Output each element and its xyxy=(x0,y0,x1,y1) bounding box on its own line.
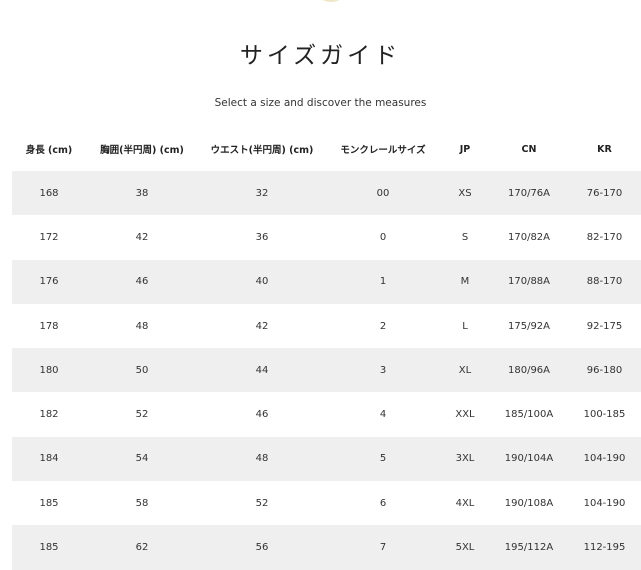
cell-height: 184 xyxy=(12,436,86,482)
cell-waist: 52 xyxy=(255,497,269,509)
cell-kr: 82-170 xyxy=(586,231,623,243)
cell-cn: 195/112A xyxy=(490,525,568,570)
cell-height: 185 xyxy=(39,497,59,509)
table-row: 185 58 52 6 4XL 190/108A 104-190 xyxy=(12,481,641,525)
page-subtitle: Select a size and discover the measures xyxy=(214,97,427,109)
decorative-circle xyxy=(316,0,346,2)
table-row: 182 52 46 4 XXL 185/100A 100-185 xyxy=(12,392,641,436)
table-row: 178 48 42 2 L 175/92A 92-175 xyxy=(12,304,641,348)
cell-moncler-size: 1 xyxy=(326,259,440,304)
cell-jp: 3XL xyxy=(440,436,490,482)
cell-jp: XS xyxy=(440,171,490,216)
cell-kr: 76-170 xyxy=(568,171,641,216)
cell-cn: 170/76A xyxy=(490,171,568,216)
table-row: 184 54 48 5 3XL 190/104A 104-190 xyxy=(12,436,641,482)
cell-height: 185 xyxy=(12,525,86,570)
cell-moncler-size: 6 xyxy=(379,497,387,509)
cell-jp: 4XL xyxy=(455,497,475,509)
cell-chest: 50 xyxy=(86,348,198,393)
cell-height: 178 xyxy=(39,320,59,332)
cell-height: 176 xyxy=(12,259,86,304)
cell-kr: 92-175 xyxy=(586,320,623,332)
cell-jp: L xyxy=(462,320,468,332)
table-row: 168 38 32 00 XS 170/76A 76-170 xyxy=(12,171,641,216)
header-kr: KR xyxy=(597,143,612,155)
cell-waist: 32 xyxy=(198,171,326,216)
table-row: 180 50 44 3 XL 180/96A 96-180 xyxy=(12,348,641,393)
header-chest: 胸囲(半円周) (cm) xyxy=(100,145,184,156)
page-title: サイズガイド xyxy=(239,43,402,69)
cell-cn: 190/104A xyxy=(490,436,568,482)
header-cn: CN xyxy=(521,143,537,155)
table-header-row: 身長 (cm) 胸囲(半円周) (cm) ウエスト(半円周) (cm) モンクレ… xyxy=(12,127,641,171)
cell-chest: 38 xyxy=(86,171,198,216)
cell-height: 172 xyxy=(39,231,59,243)
cell-waist: 56 xyxy=(198,525,326,570)
cell-chest: 46 xyxy=(86,259,198,304)
cell-kr: 112-195 xyxy=(568,525,641,570)
cell-moncler-size: 0 xyxy=(379,231,387,243)
cell-moncler-size: 3 xyxy=(326,348,440,393)
cell-kr: 88-170 xyxy=(568,259,641,304)
cell-cn: 180/96A xyxy=(490,348,568,393)
cell-jp: 5XL xyxy=(440,525,490,570)
cell-chest: 52 xyxy=(135,409,149,421)
cell-chest: 48 xyxy=(135,320,149,332)
header-jp: JP xyxy=(459,143,471,155)
table-row: 185 62 56 7 5XL 195/112A 112-195 xyxy=(12,525,641,570)
cell-waist: 36 xyxy=(255,231,269,243)
cell-kr: 104-190 xyxy=(568,436,641,482)
cell-chest: 62 xyxy=(86,525,198,570)
header-moncler-size: モンクレールサイズ xyxy=(340,145,426,156)
cell-waist: 48 xyxy=(198,436,326,482)
cell-chest: 54 xyxy=(86,436,198,482)
cell-moncler-size: 4 xyxy=(379,409,387,421)
table-row: 172 42 36 0 S 170/82A 82-170 xyxy=(12,215,641,259)
cell-kr: 96-180 xyxy=(568,348,641,393)
cell-kr: 100-185 xyxy=(583,409,626,421)
header-waist: ウエスト(半円周) (cm) xyxy=(210,145,314,156)
cell-moncler-size: 7 xyxy=(326,525,440,570)
cell-cn: 185/100A xyxy=(504,409,554,421)
cell-cn: 170/88A xyxy=(490,259,568,304)
cell-kr: 104-190 xyxy=(583,497,626,509)
cell-jp: XL xyxy=(440,348,490,393)
cell-cn: 175/92A xyxy=(507,320,551,332)
cell-cn: 170/82A xyxy=(507,231,551,243)
header-height: 身長 (cm) xyxy=(25,145,73,156)
cell-height: 182 xyxy=(39,409,59,421)
table-row: 176 46 40 1 M 170/88A 88-170 xyxy=(12,259,641,304)
cell-jp: S xyxy=(461,231,469,243)
cell-waist: 42 xyxy=(255,320,269,332)
cell-moncler-size: 5 xyxy=(326,436,440,482)
cell-waist: 46 xyxy=(255,409,269,421)
cell-moncler-size: 2 xyxy=(379,320,387,332)
cell-jp: XXL xyxy=(455,409,475,421)
cell-height: 168 xyxy=(12,171,86,216)
cell-height: 180 xyxy=(12,348,86,393)
cell-waist: 40 xyxy=(198,259,326,304)
cell-waist: 44 xyxy=(198,348,326,393)
cell-moncler-size: 00 xyxy=(326,171,440,216)
cell-cn: 190/108A xyxy=(504,497,554,509)
cell-jp: M xyxy=(440,259,490,304)
cell-chest: 42 xyxy=(135,231,149,243)
cell-chest: 58 xyxy=(135,497,149,509)
size-guide-table: 身長 (cm) 胸囲(半円周) (cm) ウエスト(半円周) (cm) モンクレ… xyxy=(12,127,641,570)
